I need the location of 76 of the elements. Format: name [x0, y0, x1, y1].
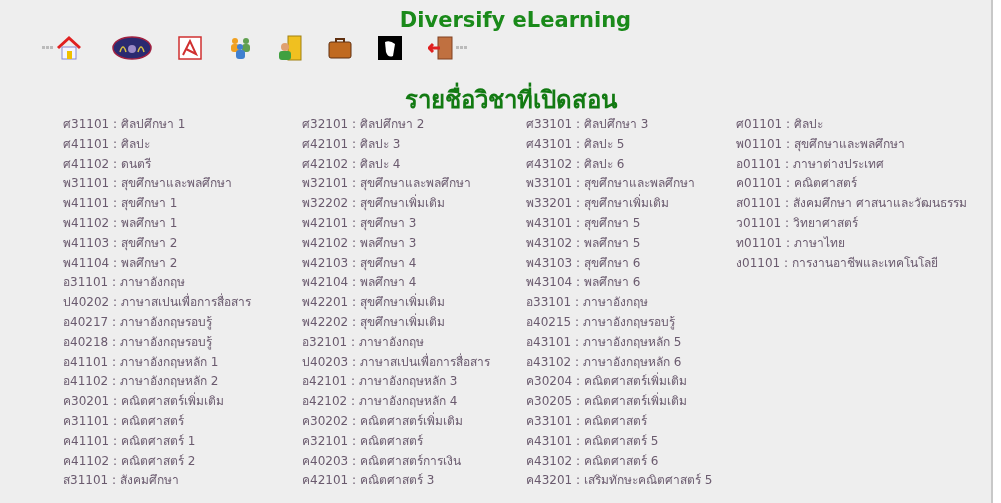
subject-link[interactable]: ศ41102 : ดนตรี [63, 154, 302, 175]
subject-link[interactable]: ค43201 : เสริมทักษะคณิตศาสตร์ 5 [526, 471, 736, 492]
home-icon[interactable] [56, 35, 82, 61]
subject-link[interactable]: ค30202 : คณิตศาสตร์เพิ่มเติม [302, 411, 526, 432]
subject-link[interactable]: ค43102 : คณิตศาสตร์ 6 [526, 451, 736, 472]
subject-link[interactable]: ค30205 : คณิตศาสตร์เพิ่มเติม [526, 392, 736, 412]
subject-link[interactable]: ง01101 : การงานอาชีพและเทคโนโลยี [736, 253, 986, 274]
subject-link[interactable]: อ43101 : ภาษาอังกฤษหลัก 5 [526, 332, 736, 353]
subject-link[interactable]: ศ31101 : ศิลปศึกษา 1 [63, 115, 302, 135]
subject-link[interactable]: พ41104 : พลศึกษา 2 [63, 253, 302, 274]
pdf-icon[interactable] [178, 36, 202, 60]
subject-link[interactable]: พ43103 : สุขศึกษา 6 [526, 253, 736, 274]
subject-link[interactable]: อ41102 : ภาษาอังกฤษหลัก 2 [63, 372, 302, 393]
subject-link[interactable]: พ43104 : พลศึกษา 6 [526, 273, 736, 294]
subject-link[interactable]: พ31101 : สุขศึกษาและพลศึกษา [63, 174, 302, 195]
people-icon[interactable] [228, 36, 252, 60]
subject-link[interactable]: อ41101 : ภาษาอังกฤษหลัก 1 [63, 352, 302, 373]
subject-link[interactable]: พ42103 : สุขศึกษา 4 [302, 253, 526, 274]
subject-link[interactable]: ค41101 : คณิตศาสตร์ 1 [63, 431, 302, 452]
subject-link[interactable]: อ40218 : ภาษาอังกฤษรอบรู้ [63, 332, 302, 353]
subject-link[interactable]: พ41101 : สุขศึกษา 1 [63, 194, 302, 214]
subject-link[interactable]: ค32101 : คณิตศาสตร์ [302, 431, 526, 452]
subject-link[interactable]: พ33201 : สุขศึกษาเพิ่มเติม [526, 194, 736, 214]
mask-icon[interactable] [378, 36, 402, 60]
subject-link[interactable]: พ42201 : สุขศึกษาเพิ่มเติม [302, 293, 526, 313]
subject-link[interactable]: ค30204 : คณิตศาสตร์เพิ่มเติม [526, 372, 736, 393]
subject-link[interactable]: ศ33101 : ศิลปศึกษา 3 [526, 115, 736, 135]
subject-link[interactable]: พ41103 : สุขศึกษา 2 [63, 233, 302, 254]
subject-link[interactable]: ค33101 : คณิตศาสตร์ [526, 411, 736, 432]
site-title: Diversify eLearning [398, 7, 633, 34]
door-person-icon[interactable] [278, 35, 302, 61]
subject-link[interactable]: ศ43101 : ศิลปะ 5 [526, 134, 736, 155]
subject-link[interactable]: ศ42101 : ศิลปะ 3 [302, 134, 526, 155]
dots-icon [456, 46, 468, 50]
subject-link[interactable]: พ32101 : สุขศึกษาและพลศึกษา [302, 174, 526, 195]
subject-link[interactable]: อ01101 : ภาษาต่างประเทศ [736, 154, 986, 175]
subject-link[interactable]: อ40215 : ภาษาอังกฤษรอบรู้ [526, 312, 736, 333]
dots-icon [42, 46, 54, 50]
subject-link[interactable]: พ43101 : สุขศึกษา 5 [526, 214, 736, 234]
subject-link[interactable]: อ42102 : ภาษาอังกฤษหลัก 4 [302, 392, 526, 412]
subject-link[interactable]: ศ32101 : ศิลปศึกษา 2 [302, 115, 526, 135]
subject-link[interactable]: ค01101 : คณิตศาสตร์ [736, 174, 986, 195]
subject-link[interactable]: ค43101 : คณิตศาสตร์ 5 [526, 431, 736, 452]
subject-link[interactable]: พ32202 : สุขศึกษาเพิ่มเติม [302, 194, 526, 214]
subject-link[interactable]: อ40217 : ภาษาอังกฤษรอบรู้ [63, 312, 302, 333]
subject-link[interactable]: พ42202 : สุขศึกษาเพิ่มเติม [302, 312, 526, 333]
subject-link[interactable]: พ33101 : สุขศึกษาและพลศึกษา [526, 174, 736, 195]
subject-link[interactable]: ป40203 : ภาษาสเปนเพื่อการสื่อสาร [302, 352, 526, 373]
subject-link[interactable]: พ43102 : พลศึกษา 5 [526, 233, 736, 254]
subject-link[interactable]: ศ01101 : ศิลปะ [736, 115, 986, 135]
subject-link[interactable]: ศ41101 : ศิลปะ [63, 134, 302, 155]
subject-link[interactable]: ว01101 : วิทยาศาสตร์ [736, 214, 986, 234]
subject-link[interactable]: พ42101 : สุขศึกษา 3 [302, 214, 526, 234]
subject-link[interactable]: ค40203 : คณิตศาสตร์การเงิน [302, 451, 526, 472]
subject-link[interactable]: อ32101 : ภาษาอังกฤษ [302, 332, 526, 353]
subject-link[interactable]: พ42104 : พลศึกษา 4 [302, 273, 526, 294]
subject-link[interactable]: ค41102 : คณิตศาสตร์ 2 [63, 451, 302, 472]
briefcase-icon[interactable] [328, 36, 352, 60]
subject-link[interactable]: พ42102 : พลศึกษา 3 [302, 233, 526, 254]
exit-icon[interactable] [428, 36, 454, 60]
subject-link[interactable]: อ33101 : ภาษาอังกฤษ [526, 293, 736, 313]
subject-link[interactable]: อ42101 : ภาษาอังกฤษหลัก 3 [302, 372, 526, 393]
subject-link[interactable]: พ41102 : พลศึกษา 1 [63, 214, 302, 234]
subject-link[interactable]: อ31101 : ภาษาอังกฤษ [63, 273, 302, 294]
subject-link[interactable]: ศ43102 : ศิลปะ 6 [526, 154, 736, 175]
subject-link[interactable]: อ43102 : ภาษาอังกฤษหลัก 6 [526, 352, 736, 373]
subject-link[interactable]: ท01101 : ภาษาไทย [736, 233, 986, 254]
subject-link[interactable]: ค31101 : คณิตศาสตร์ [63, 411, 302, 432]
subject-link[interactable]: ป40202 : ภาษาสเปนเพื่อการสื่อสาร [63, 293, 302, 313]
subject-link[interactable]: ศ42102 : ศิลปะ 4 [302, 154, 526, 175]
subject-link[interactable]: พ01101 : สุขศึกษาและพลศึกษา [736, 134, 986, 155]
subject-link[interactable]: ค42101 : คณิตศาสตร์ 3 [302, 471, 526, 492]
subject-link[interactable]: ค30201 : คณิตศาสตร์เพิ่มเติม [63, 392, 302, 412]
logo-icon[interactable] [112, 36, 152, 60]
subject-link[interactable]: ส01101 : สังคมศึกษา ศาสนาและวัฒนธรรม [736, 194, 986, 214]
subject-link[interactable]: ส31101 : สังคมศึกษา [63, 471, 302, 492]
